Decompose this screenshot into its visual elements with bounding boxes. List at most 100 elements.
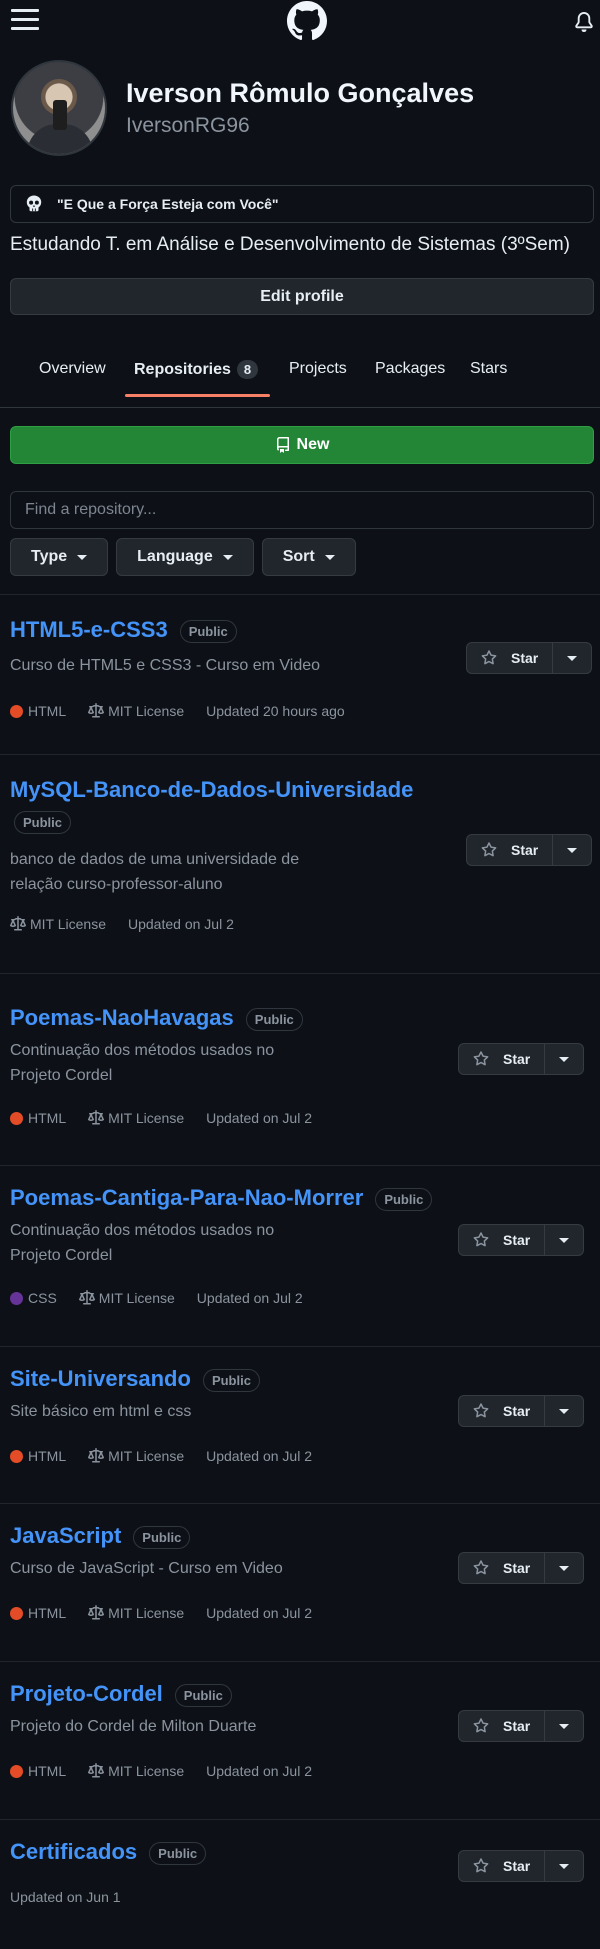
- repo-description-line: Projeto do Cordel de Milton Duarte: [10, 1718, 257, 1735]
- avatar[interactable]: [11, 60, 107, 156]
- visibility-badge: Public: [149, 1841, 207, 1865]
- repo-name-link[interactable]: Poemas-Cantiga-Para-Nao-Morrer: [10, 1185, 363, 1210]
- profile-full-name: Iverson Rômulo Gonçalves: [126, 78, 475, 108]
- star-list-dropdown-button[interactable]: [545, 1044, 583, 1074]
- repo-description: banco de dados de uma universidade de rel…: [10, 847, 299, 897]
- repo-license-name: MIT License: [98, 1290, 175, 1306]
- tab-packages[interactable]: Packages: [375, 360, 445, 378]
- repo-row: Poemas-Cantiga-Para-Nao-Morrer Public Cont…: [0, 1165, 600, 1346]
- language-color-dot: [10, 1764, 23, 1778]
- repo-license: MIT License: [88, 703, 184, 719]
- star-button[interactable]: Star: [459, 1711, 546, 1741]
- profile-username: IversonRG96: [126, 114, 250, 137]
- tab-stars[interactable]: Stars: [470, 360, 507, 378]
- law-icon: [10, 916, 26, 931]
- repo-row: HTML5-e-CSS3 Public Curso de HTML5 e CSS3 …: [0, 594, 600, 754]
- hamburger-icon[interactable]: [11, 9, 39, 33]
- tab-packages-label: Packages: [375, 360, 446, 377]
- repo-description-line: Projeto Cordel: [10, 1067, 113, 1084]
- repositories-count-badge: 8: [236, 360, 259, 379]
- star-list-dropdown-button[interactable]: [545, 1553, 583, 1583]
- star-button-group: Star: [466, 642, 593, 674]
- repo-meta: HTML MIT License Updated 20 hours ago: [10, 703, 367, 719]
- active-tab-underline: [125, 394, 270, 397]
- star-button[interactable]: Star: [459, 1225, 546, 1255]
- star-button-label: Star: [503, 1051, 531, 1067]
- star-button-group: Star: [458, 1552, 585, 1584]
- bell-icon[interactable]: [574, 11, 594, 33]
- repo-meta: HTML MIT License Updated on Jul 2: [10, 1763, 334, 1779]
- star-button-label: Star: [511, 842, 539, 858]
- repo-license-name: MIT License: [30, 916, 106, 932]
- repo-row: MySQL-Banco-de-Dados-Universidade Public b…: [0, 754, 600, 973]
- star-icon: [473, 1403, 489, 1418]
- repo-description: Continuação dos métodos usados no Projeto…: [10, 1038, 274, 1088]
- star-list-dropdown-button[interactable]: [545, 1396, 583, 1426]
- find-repository-input[interactable]: [10, 491, 594, 529]
- repo-title-row: Poemas-Cantiga-Para-Nao-Morrer Public: [10, 1185, 433, 1211]
- repo-updated: Updated on Jul 2: [196, 1290, 303, 1306]
- repo-title-row: MySQL-Banco-de-Dados-Universidade: [10, 777, 413, 803]
- repo-description-line: Projeto Cordel: [10, 1247, 113, 1264]
- repo-name-link[interactable]: HTML5-e-CSS3: [10, 617, 168, 642]
- star-button[interactable]: Star: [467, 643, 554, 673]
- star-icon: [473, 1051, 489, 1066]
- repo-name-link[interactable]: Site-Universando: [10, 1366, 191, 1391]
- visibility-badge: Public: [174, 1683, 232, 1707]
- type-filter-button[interactable]: Type: [10, 538, 109, 576]
- star-button-label: Star: [503, 1718, 531, 1734]
- star-button-label: Star: [511, 650, 539, 666]
- star-icon: [481, 842, 497, 857]
- repo-license: MIT License: [88, 1110, 184, 1126]
- star-button[interactable]: Star: [459, 1851, 546, 1881]
- language-filter-button[interactable]: Language: [116, 538, 254, 576]
- star-icon: [473, 1560, 489, 1575]
- star-button-group: Star: [458, 1850, 585, 1882]
- star-button[interactable]: Star: [459, 1044, 546, 1074]
- caret-down-icon: [567, 847, 578, 853]
- repo-language-name: HTML: [28, 703, 67, 719]
- caret-down-icon: [222, 554, 233, 560]
- repo-description-line: banco de dados de uma universidade de: [10, 851, 300, 868]
- star-list-dropdown-button[interactable]: [553, 643, 591, 673]
- repo-language-name: HTML: [28, 1448, 67, 1464]
- repo-description: Site básico em html e css: [10, 1399, 191, 1424]
- repo-name-link[interactable]: MySQL-Banco-de-Dados-Universidade: [10, 777, 413, 802]
- repo-updated: Updated on Jul 2: [206, 1448, 312, 1464]
- star-button[interactable]: Star: [467, 835, 554, 865]
- profile-tabs: Overview Repositories 8 Projects Packages…: [0, 348, 600, 408]
- sort-filter-button[interactable]: Sort: [261, 538, 356, 576]
- repo-name-link[interactable]: Certificados: [10, 1839, 137, 1864]
- star-button[interactable]: Star: [459, 1396, 546, 1426]
- status-box[interactable]: "E Que a Força Esteja com Você": [10, 185, 594, 223]
- repo-description-line: relação curso-professor-aluno: [10, 876, 223, 893]
- visibility-badge-row: Public: [14, 811, 72, 834]
- repo-name-link[interactable]: Poemas-NaoHavagas: [10, 1005, 234, 1030]
- repo-row: Projeto-Cordel Public Projeto do Cordel de…: [0, 1661, 600, 1819]
- star-button[interactable]: Star: [459, 1553, 546, 1583]
- law-icon: [88, 703, 105, 718]
- repo-name-link[interactable]: JavaScript: [10, 1523, 121, 1548]
- star-list-dropdown-button[interactable]: [553, 835, 591, 865]
- new-repository-button[interactable]: New: [10, 426, 594, 464]
- visibility-badge: Public: [133, 1525, 191, 1549]
- tab-projects[interactable]: Projects: [289, 360, 347, 378]
- caret-down-icon: [324, 554, 335, 560]
- repo-title-row: JavaScript Public: [10, 1523, 191, 1549]
- law-icon: [88, 1110, 105, 1125]
- repo-description-line: Continuação dos métodos usados no: [10, 1222, 275, 1239]
- caret-down-icon: [567, 655, 578, 661]
- star-list-dropdown-button[interactable]: [545, 1225, 583, 1255]
- language-color-dot: [10, 1291, 23, 1305]
- repo-license: MIT License: [88, 1605, 184, 1621]
- repo-license: MIT License: [10, 916, 106, 932]
- star-list-dropdown-button[interactable]: [545, 1851, 583, 1881]
- github-mark-icon[interactable]: [287, 1, 327, 41]
- tab-overview[interactable]: Overview: [39, 360, 106, 378]
- edit-profile-button[interactable]: Edit profile: [10, 278, 594, 315]
- repo-language: HTML: [10, 1763, 66, 1779]
- repo-name-link[interactable]: Projeto-Cordel: [10, 1681, 163, 1706]
- star-list-dropdown-button[interactable]: [545, 1711, 583, 1741]
- star-button-group: Star: [458, 1710, 585, 1742]
- tab-repositories[interactable]: Repositories 8: [134, 360, 259, 379]
